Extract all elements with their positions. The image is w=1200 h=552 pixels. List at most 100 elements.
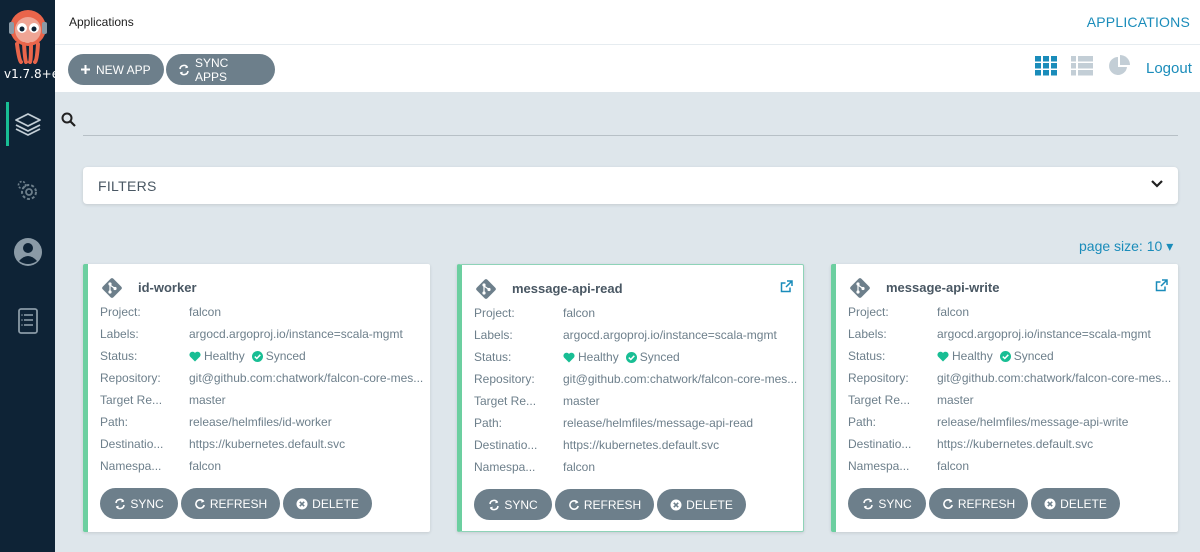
app-name[interactable]: message-api-read <box>512 281 623 296</box>
destination-value: https://kubernetes.default.svc <box>563 438 720 452</box>
new-app-label: NEW APP <box>96 62 151 77</box>
caret-down-icon: ▾ <box>1166 238 1174 254</box>
gear-icon <box>17 180 37 200</box>
sync-icon <box>489 499 500 510</box>
search-input[interactable] <box>83 106 1178 136</box>
delete-button[interactable]: DELETE <box>283 488 372 519</box>
labels-key: Labels: <box>100 327 139 341</box>
sidebar-item-applications[interactable] <box>0 100 55 148</box>
logout-link[interactable]: Logout <box>1146 60 1192 77</box>
tiles-view-button[interactable] <box>1033 53 1059 79</box>
path-key: Path: <box>848 415 877 429</box>
app-card-message-api-write[interactable]: message-api-write Project: falcon Labels:… <box>831 264 1178 532</box>
filters-label: FILTERS <box>98 178 157 194</box>
sync-apps-button[interactable]: SYNC APPS <box>166 54 275 85</box>
toolbar: NEW APP SYNC APPS Logout <box>55 45 1200 92</box>
path-value: release/helmfiles/id-worker <box>189 415 332 429</box>
git-icon <box>476 279 496 299</box>
sync-status: Synced <box>1013 349 1054 363</box>
refresh-button[interactable]: REFRESH <box>555 489 654 520</box>
sync-button[interactable]: SYNC <box>474 489 552 520</box>
sync-label: SYNC <box>130 496 164 511</box>
repository-value: git@github.com:chatwork/falcon-core-mes.… <box>563 372 798 386</box>
summary-view-button[interactable] <box>1106 53 1132 79</box>
page-size-label: page size: 10 <box>1079 238 1163 254</box>
app-card-message-api-read[interactable]: message-api-read Project: falcon Labels: a… <box>457 264 804 532</box>
status-value: Healthy Synced <box>563 349 803 365</box>
project-value: falcon <box>189 305 222 319</box>
page-size-dropdown[interactable]: page size: 10 ▾ <box>1079 238 1173 255</box>
namespace-value: falcon <box>563 460 596 474</box>
status-value: Healthy Synced <box>937 348 1177 364</box>
new-app-button[interactable]: NEW APP <box>68 54 164 85</box>
destination-key: Destinatio... <box>474 438 538 452</box>
sidebar: v1.7.8+e <box>0 0 55 552</box>
argo-logo[interactable] <box>7 8 49 64</box>
external-link-icon[interactable] <box>1155 279 1168 292</box>
delete-button[interactable]: DELETE <box>1031 488 1120 519</box>
delete-button[interactable]: DELETE <box>657 489 746 520</box>
git-icon <box>850 278 870 298</box>
labels-key: Labels: <box>848 327 887 341</box>
sync-icon <box>863 498 874 509</box>
status-key: Status: <box>100 349 138 363</box>
labels-key: Labels: <box>474 328 513 342</box>
target-revision-value: master <box>563 394 600 408</box>
sync-status: Synced <box>639 350 680 364</box>
labels-value: argocd.argoproj.io/instance=scala-mgmt <box>937 327 1151 341</box>
list-view-button[interactable] <box>1069 53 1095 79</box>
delete-label: DELETE <box>312 496 359 511</box>
section-title: APPLICATIONS <box>1086 14 1190 30</box>
external-link-icon[interactable] <box>780 280 793 293</box>
project-value: falcon <box>563 306 596 320</box>
refresh-label: REFRESH <box>583 497 642 512</box>
user-icon <box>13 238 42 266</box>
delete-icon <box>1044 498 1056 509</box>
health-status: Healthy <box>204 349 245 363</box>
namespace-key: Namespa... <box>848 459 910 473</box>
project-value: falcon <box>937 305 970 319</box>
filters-panel[interactable]: FILTERS <box>83 167 1178 204</box>
namespace-value: falcon <box>937 459 970 473</box>
labels-value: argocd.argoproj.io/instance=scala-mgmt <box>189 327 403 341</box>
sidebar-item-user-info[interactable] <box>0 228 55 276</box>
labels-value: argocd.argoproj.io/instance=scala-mgmt <box>563 328 777 342</box>
namespace-value: falcon <box>189 459 222 473</box>
target-revision-value: master <box>189 393 226 407</box>
sidebar-item-settings[interactable] <box>0 167 55 215</box>
health-status: Healthy <box>578 350 619 364</box>
app-name[interactable]: id-worker <box>138 280 197 295</box>
destination-value: https://kubernetes.default.svc <box>189 437 346 451</box>
status-key: Status: <box>848 349 886 363</box>
refresh-button[interactable]: REFRESH <box>929 488 1028 519</box>
destination-key: Destinatio... <box>100 437 164 451</box>
status-value: Healthy Synced <box>189 348 429 364</box>
plus-icon <box>81 65 90 74</box>
delete-icon <box>670 499 682 510</box>
refresh-icon <box>195 498 205 509</box>
project-key: Project: <box>474 306 515 320</box>
target-revision-value: master <box>937 393 974 407</box>
target-revision-key: Target Re... <box>848 393 911 407</box>
repository-key: Repository: <box>474 372 535 386</box>
health-status: Healthy <box>952 349 993 363</box>
delete-label: DELETE <box>686 497 733 512</box>
refresh-button[interactable]: REFRESH <box>181 488 280 519</box>
sync-button[interactable]: SYNC <box>848 488 926 519</box>
app-card-id-worker[interactable]: id-worker Project: falcon Labels: argocd.a… <box>83 264 430 532</box>
repository-key: Repository: <box>848 371 909 385</box>
target-revision-key: Target Re... <box>100 393 163 407</box>
destination-value: https://kubernetes.default.svc <box>937 437 1094 451</box>
sync-icon <box>115 498 126 509</box>
sync-button[interactable]: SYNC <box>100 488 178 519</box>
chevron-down-icon <box>1151 180 1163 188</box>
app-name[interactable]: message-api-write <box>886 280 999 295</box>
sync-status: Synced <box>265 349 306 363</box>
sync-icon <box>179 64 189 75</box>
heart-icon <box>563 352 575 362</box>
check-circle-icon <box>999 350 1011 362</box>
refresh-icon <box>943 498 953 509</box>
sidebar-item-documentation[interactable] <box>0 297 55 345</box>
repository-value: git@github.com:chatwork/falcon-core-mes.… <box>189 371 424 385</box>
top-bar: Applications APPLICATIONS <box>55 0 1200 45</box>
